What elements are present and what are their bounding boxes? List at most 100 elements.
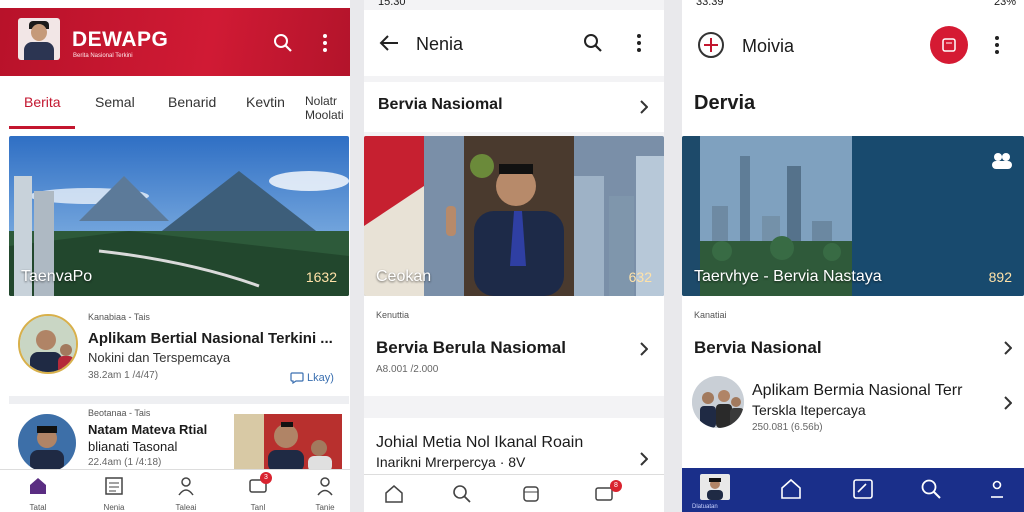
profile-icon [178,477,194,496]
news-subtitle: Nokini dan Terspemcaya [88,350,231,365]
tab-nolatr[interactable]: Nolatr Moolati [305,94,349,122]
nav-label: Dlatuatan [692,504,718,510]
app-title: Nenia [416,34,464,54]
tab-kevtin[interactable]: Kevtin [246,94,285,110]
news-title: Aplikam Bermia Nasional Terr [752,382,963,399]
nav-news[interactable]: Nenia [94,476,134,512]
search-icon[interactable] [580,30,606,56]
notification-badge: 3 [260,472,272,484]
news-title: Johial Metia Nol Ikanal Roain [376,434,584,451]
news-time: 38.2am 1 /4/47) [88,370,159,381]
featured-news-card[interactable]: Ceokan 632 [364,136,664,296]
bookmark-icon[interactable] [521,484,541,504]
app-subtitle: Berita Nasional Terkini [73,53,133,59]
nav-label: Nenia [103,503,125,512]
chevron-right-icon [640,452,648,466]
status-time: 33.39 [696,0,724,8]
tab-berita[interactable]: Berita [24,94,61,110]
comment-icon [290,372,304,384]
nav-avatar[interactable] [700,474,730,500]
active-tab-indicator [9,126,75,129]
category-tabs: Berita Semal Benarid Kevtin Nolatr Moola… [0,86,350,130]
nav-label: Tatal [29,503,47,512]
news-meta: Beotanaa - Tais [88,408,151,418]
app-bar: Nenia [364,10,664,76]
featured-caption: Taervhye - Bervia Nastaya [694,268,882,285]
group-icon [992,153,1012,169]
search-icon[interactable] [270,30,296,56]
nav-profile[interactable]: Taleai [166,476,206,512]
nav-account[interactable]: Tanie [305,476,345,512]
app-logo-icon [698,32,724,58]
section-card[interactable]: Kanatiai Bervia Nasional [682,300,1024,372]
back-arrow-icon[interactable] [376,30,402,56]
news-meta: Kanatiai [694,310,727,320]
app-title: DEWAPG [72,28,169,51]
search-icon[interactable] [452,484,472,504]
bottom-navigation: 8 [364,474,664,512]
news-meta: Kenuttia [376,310,410,320]
news-icon [105,477,123,495]
bottom-navigation: Tatal Nenia Taleai 3 Tanl Tanie [0,469,350,512]
home-icon [30,478,46,494]
news-card[interactable]: Kenuttia Bervia Berula Nasiomal A8.001 /… [364,296,664,396]
featured-count: 632 [628,269,652,285]
section-title: Bervia Nasiomal [378,96,503,113]
status-time: 15.30 [378,0,406,8]
section-header[interactable]: Bervia Nasiomal [364,82,664,132]
edit-icon[interactable] [852,478,874,500]
chevron-right-icon [640,342,648,356]
nav-home[interactable]: Tatal [18,476,58,512]
nav-label: Tanie [315,503,335,512]
search-icon[interactable] [920,478,942,500]
section-title: Dervia [694,92,756,114]
more-menu-icon[interactable] [312,30,338,56]
news-time: 250.081 (6.56b) [752,422,823,433]
featured-caption: Ceokan [376,268,432,285]
news-image [234,414,342,472]
chevron-right-icon [640,100,648,114]
comment-button[interactable]: Lkay) [290,372,334,384]
news-subtitle: Inarikni Mrerpercya · 8V [376,454,526,470]
featured-news-card[interactable]: TaenvaPo 1632 [9,136,349,296]
screen-news: 15.30 Nenia Bervia Nasiomal Ceokan 632 K… [364,0,664,512]
featured-caption: TaenvaPo [21,268,93,285]
news-list-item[interactable]: Aplikam Bermia Nasional Terr Terskla Ite… [682,372,1024,442]
tab-benarid[interactable]: Benarid [168,94,216,110]
more-menu-icon[interactable] [626,30,652,56]
nav-label: Taleai [175,503,197,512]
notification-badge: 8 [610,480,622,492]
news-subtitle: blianati Tasonal [88,439,178,454]
news-title: Bervia Nasional [694,338,822,357]
featured-news-card[interactable]: Taervhye - Bervia Nastaya 892 [682,136,1024,296]
comment-count: Lkay) [307,372,334,384]
nav-label: Tanl [250,503,266,512]
app-bar: DEWAPG Berita Nasional Terkini [0,8,350,76]
nav-notifications[interactable]: 8 [594,480,622,504]
app-bar: Moivia [682,10,1024,78]
nav-notifications[interactable]: 3 Tanl [238,472,278,512]
more-menu-icon[interactable] [984,32,1010,58]
bottom-navigation: Dlatuatan [682,468,1024,512]
home-icon[interactable] [384,484,404,504]
news-list-item[interactable]: Beotanaa - Tais Natam Mateva Rtial blian… [0,404,350,472]
news-thumbnail [692,376,744,428]
account-icon [317,477,333,496]
app-title: Moivia [742,36,795,56]
divider [9,396,349,404]
news-thumbnail [18,314,78,374]
news-list-item[interactable]: Kanabiaa - Tais Aplikam Bertial Nasional… [0,300,350,396]
bookmark-button[interactable] [930,26,968,64]
bookmark-icon [942,38,956,52]
news-title: Bervia Berula Nasiomal [376,338,566,357]
profile-icon[interactable] [986,478,1008,500]
news-time: 22.4am (1 /4:18) [88,457,162,468]
tab-semal[interactable]: Semal [95,94,135,110]
news-title: Aplikam Bertial Nasional Terkini ... [88,330,333,347]
screen-home: DEWAPG Berita Nasional Terkini Berita Se… [0,0,350,512]
screen-category: 33.39 23% Moivia Dervia Taervhye - Bervi… [682,0,1024,512]
news-thumbnail [18,414,76,472]
home-icon[interactable] [780,478,802,500]
chevron-right-icon [1004,396,1012,410]
news-card[interactable]: Johial Metia Nol Ikanal Roain Inarikni M… [364,418,664,474]
